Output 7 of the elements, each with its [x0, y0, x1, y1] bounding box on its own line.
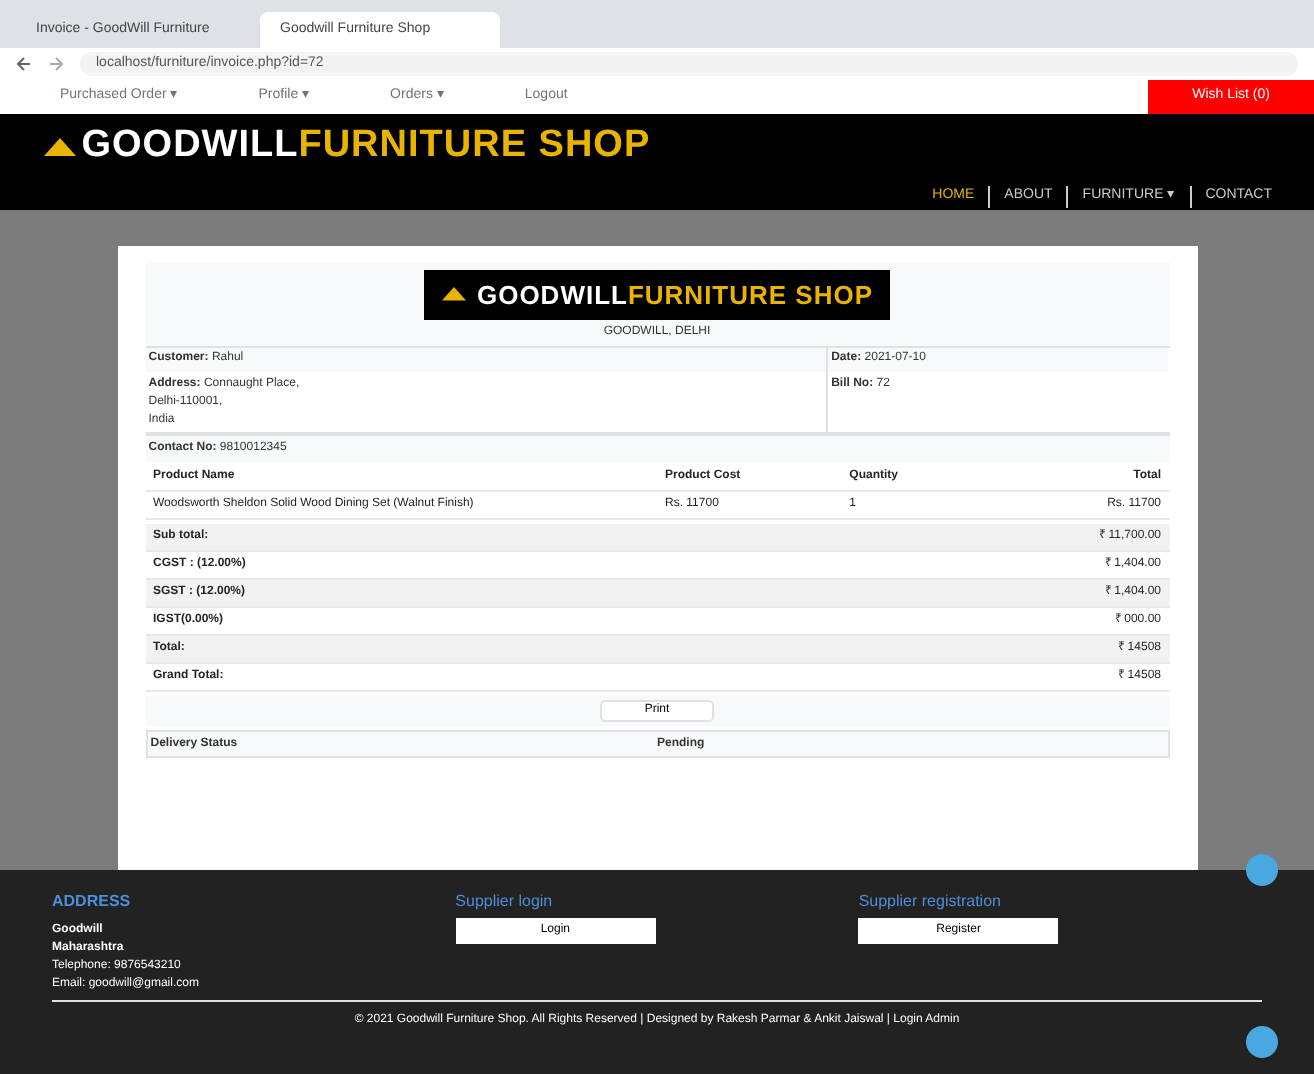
footer-heading: Supplier login: [455, 890, 555, 914]
logo-icon: [440, 283, 469, 306]
back-icon[interactable]: [16, 56, 32, 72]
logo-text: GOODWILLFURNITURE SHOP: [81, 123, 651, 166]
logo-text: GOODWILLFURNITURE SHOP: [476, 277, 874, 313]
footer-heading: ADDRESS: [52, 890, 133, 914]
footer-heading: Supplier registration: [858, 890, 1003, 914]
